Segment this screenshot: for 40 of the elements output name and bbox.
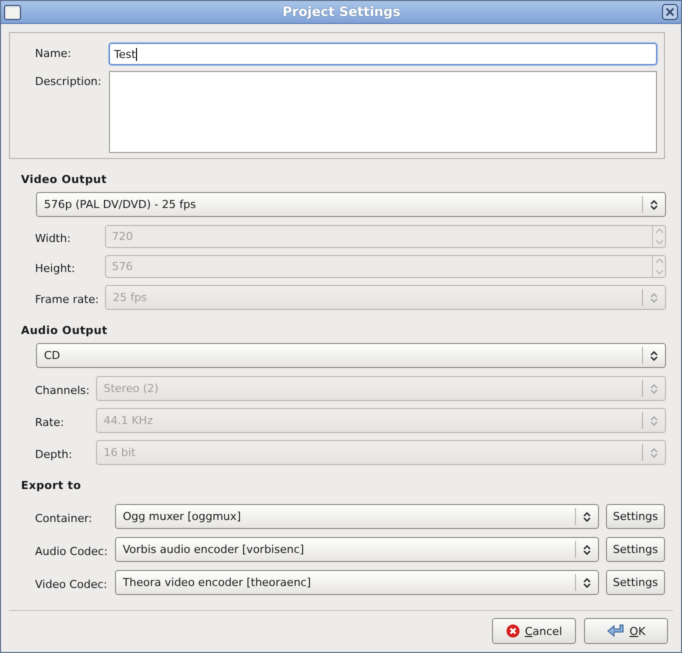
ok-button[interactable]: OK — [584, 618, 668, 644]
section-heading: Audio Output — [21, 324, 108, 337]
up-down-icon — [650, 446, 658, 458]
field-label: Width: — [35, 231, 72, 245]
up-down-icon — [582, 544, 591, 556]
field-label: Container: — [35, 511, 94, 525]
up-down-icon — [650, 350, 658, 362]
field-label: Height: — [35, 261, 76, 275]
up-down-icon — [650, 382, 658, 394]
close-icon[interactable] — [662, 4, 678, 20]
field-label: Frame rate: — [35, 292, 99, 306]
dropdown[interactable]: Theora video encoder [theoraenc] — [114, 570, 599, 595]
settings-button[interactable]: Settings — [606, 537, 665, 562]
dropdown[interactable]: CD — [36, 343, 666, 368]
section-heading: Export to — [21, 479, 82, 492]
window-menu-icon[interactable] — [4, 4, 21, 20]
up-down-icon — [650, 292, 658, 304]
name-field[interactable]: Test — [109, 43, 657, 65]
field-label: Channels: — [35, 383, 90, 397]
settings-button[interactable]: Settings — [606, 570, 665, 595]
field-label: Video Codec: — [35, 577, 108, 591]
description-field[interactable] — [109, 71, 657, 153]
up-down-icon — [650, 198, 658, 210]
field-label: Depth: — [35, 447, 74, 461]
window-title: Project Settings — [282, 4, 402, 20]
cancel-button[interactable]: Cancel — [492, 618, 576, 644]
dropdown[interactable]: 576p (PAL DV/DVD) - 25 fps — [36, 192, 666, 217]
up-down-icon — [582, 510, 591, 522]
cancel-icon — [506, 624, 520, 638]
dropdown[interactable]: Vorbis audio encoder [vorbisenc] — [114, 537, 599, 562]
field-label: Rate: — [35, 415, 65, 429]
field-label: Audio Codec: — [35, 544, 108, 558]
dropdown[interactable]: Ogg muxer [oggmux] — [114, 504, 599, 529]
name-label: Name: — [35, 46, 72, 62]
description-label: Description: — [35, 74, 102, 90]
up-down-icon — [650, 414, 658, 426]
return-arrow-icon — [606, 624, 625, 638]
section-heading: Video Output — [21, 173, 108, 186]
settings-button[interactable]: Settings — [606, 504, 665, 529]
up-down-icon — [582, 576, 591, 588]
